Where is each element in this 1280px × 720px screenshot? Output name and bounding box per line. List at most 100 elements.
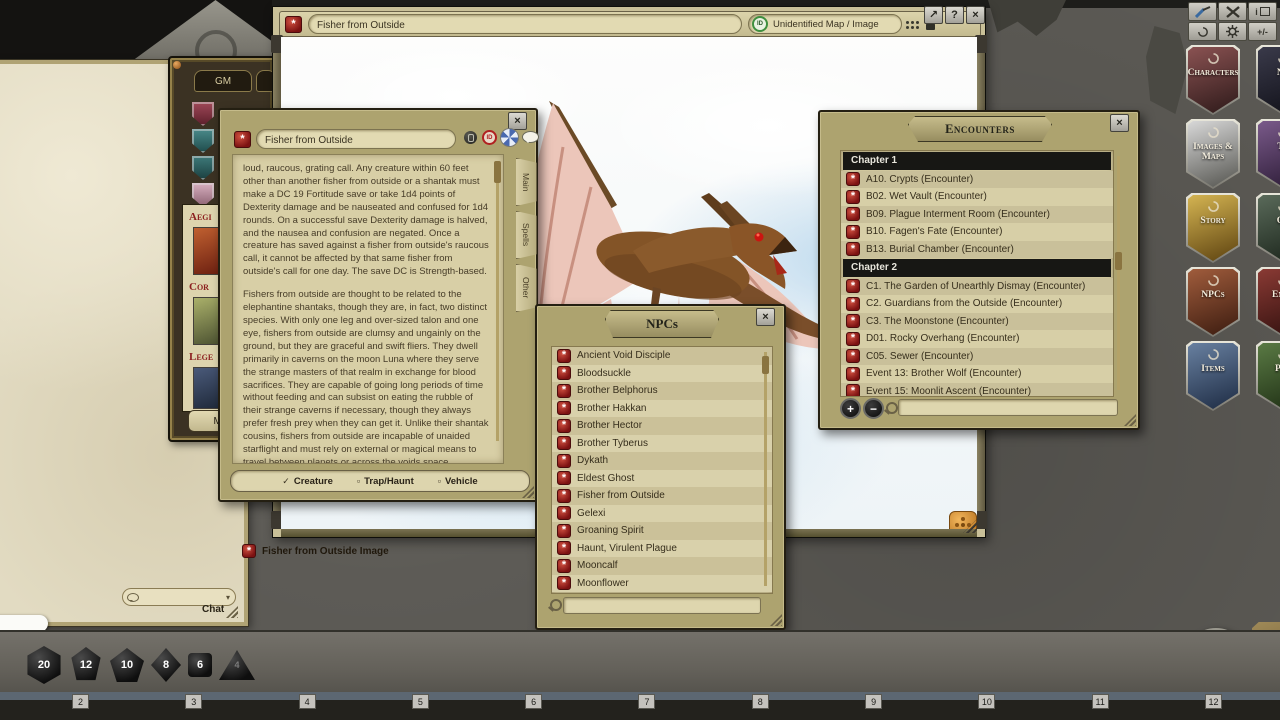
- scrollbar[interactable]: [1117, 156, 1120, 390]
- sidebar-shield-button[interactable]: Qu: [1256, 193, 1280, 263]
- encounter-list-item[interactable]: * C05. Sewer (Encounter): [841, 348, 1113, 366]
- die[interactable]: 20: [26, 646, 62, 684]
- npcs-search-input[interactable]: [564, 601, 760, 616]
- die[interactable]: 6: [188, 653, 212, 677]
- sidebar-shield-button[interactable]: Images & Maps: [1186, 119, 1240, 189]
- die-value: 10: [121, 659, 133, 671]
- die[interactable]: 4: [219, 650, 255, 680]
- map-title-input[interactable]: [309, 17, 741, 35]
- close-button[interactable]: ×: [756, 308, 775, 326]
- type-option[interactable]: ▫ Trap/Haunt: [357, 476, 414, 487]
- encounter-label: C05. Sewer (Encounter): [866, 351, 973, 362]
- close-button[interactable]: ×: [966, 6, 985, 24]
- type-option[interactable]: ▫ Vehicle: [438, 476, 478, 487]
- npc-list-item[interactable]: * Gelexi: [552, 505, 772, 523]
- npc-list-item[interactable]: * Ancient Void Disciple: [552, 347, 772, 365]
- fg-link-icon: *: [557, 471, 571, 485]
- sidebar-shield-button[interactable]: No: [1256, 45, 1280, 115]
- close-button[interactable]: ×: [1110, 114, 1129, 132]
- module-shield-icon[interactable]: [192, 156, 214, 180]
- sidebar-shield-button[interactable]: Ta: [1256, 119, 1280, 189]
- fg-link-icon: *: [557, 454, 571, 468]
- encounter-list-item[interactable]: * B09. Plague Interment Room (Encounter): [841, 206, 1113, 224]
- encounter-list-item[interactable]: * B02. Wet Vault (Encounter): [841, 188, 1113, 206]
- encounter-list-item[interactable]: * Chapter 1: [843, 152, 1111, 170]
- npc-name-field[interactable]: [256, 129, 456, 149]
- remove-button[interactable]: −: [863, 398, 884, 419]
- image-link-row[interactable]: * Fisher from Outside Image: [242, 544, 389, 558]
- add-button[interactable]: +: [840, 398, 861, 419]
- npc-list-item[interactable]: * Fisher from Outside: [552, 487, 772, 505]
- encounters-search-input[interactable]: [899, 403, 1117, 418]
- encounter-list-item[interactable]: * A10. Crypts (Encounter): [841, 171, 1113, 189]
- tab-other[interactable]: Other: [516, 264, 537, 312]
- search-icon: [886, 402, 898, 414]
- unidentified-toggle-icon[interactable]: ID: [482, 130, 497, 145]
- encounter-list-item[interactable]: * B10. Fagen's Fate (Encounter): [841, 223, 1113, 241]
- map-identity-field[interactable]: ID Unidentified Map / Image: [748, 14, 902, 34]
- npcs-search-field[interactable]: [563, 597, 761, 614]
- encounters-search-field[interactable]: [898, 399, 1118, 416]
- die[interactable]: 8: [151, 648, 181, 682]
- lock-icon[interactable]: [464, 131, 477, 144]
- speech-bubble-icon[interactable]: [522, 131, 539, 143]
- die[interactable]: 10: [110, 648, 144, 682]
- npc-list-item[interactable]: * Eldest Ghost: [552, 470, 772, 488]
- module-shield-icon[interactable]: [192, 129, 214, 153]
- sidebar-shield-button[interactable]: NPCs: [1186, 267, 1240, 337]
- die[interactable]: 12: [69, 647, 103, 683]
- scrollbar[interactable]: [496, 161, 499, 441]
- encounter-list-item[interactable]: * D01. Rocky Overhang (Encounter): [841, 330, 1113, 348]
- scrollbar[interactable]: [764, 352, 767, 586]
- encounter-list-item[interactable]: * C3. The Moonstone (Encounter): [841, 313, 1113, 331]
- fg-link-icon: *: [242, 544, 256, 558]
- npc-list-item[interactable]: * Mooncalf: [552, 557, 772, 575]
- token-icon[interactable]: [500, 128, 519, 147]
- sidebar-shield-button[interactable]: Enco: [1256, 267, 1280, 337]
- npc-list-item[interactable]: * Groaning Spirit: [552, 522, 772, 540]
- dice-tray: 20 12 10 8 6 4: [26, 646, 255, 684]
- sidebar-shield-button[interactable]: Items: [1186, 341, 1240, 411]
- npc-name: Eldest Ghost: [577, 473, 634, 484]
- type-option[interactable]: ✓ Creature: [282, 476, 333, 487]
- encounter-list-item[interactable]: * C2. Guardians from the Outside (Encoun…: [841, 295, 1113, 313]
- encounters-resize-grip[interactable]: [1124, 414, 1136, 426]
- ruler-number: 12: [1205, 694, 1222, 709]
- npc-list-item[interactable]: * Brother Hector: [552, 417, 772, 435]
- npc-name-input[interactable]: [257, 132, 455, 150]
- npc-list-item[interactable]: * Brother Hakkan: [552, 400, 772, 418]
- corner-pin-icon: [173, 61, 181, 69]
- sidebar-shield-button[interactable]: Characters: [1186, 45, 1240, 115]
- encounters-window-title[interactable]: Encounters: [908, 116, 1052, 142]
- encounter-list-item[interactable]: * C1. The Garden of Unearthly Dismay (En…: [841, 278, 1113, 296]
- npc-list-item[interactable]: * Dykath: [552, 452, 772, 470]
- fg-dragon-emblem-icon: [1277, 274, 1280, 287]
- tab-gm[interactable]: GM: [194, 70, 252, 92]
- module-shield-icon[interactable]: [192, 102, 214, 126]
- encounter-label: Chapter 1: [851, 155, 897, 166]
- npcs-window-title[interactable]: NPCs: [605, 310, 719, 338]
- maximize-button[interactable]: ↗: [924, 6, 943, 24]
- encounter-list-item[interactable]: * Event 13: Brother Wolf (Encounter): [841, 365, 1113, 383]
- npc-list-item[interactable]: * Brother Tyberus: [552, 435, 772, 453]
- npc-list-item[interactable]: * Haunt, Virulent Plague: [552, 540, 772, 558]
- fg-dragon-emblem-icon: [1207, 274, 1220, 287]
- encounter-list-item[interactable]: * B13. Burial Chamber (Encounter): [841, 241, 1113, 259]
- bottom-ruler: 2 3 4 5 6 7 8 9 10 11 12: [0, 692, 1280, 720]
- party-vision-icon[interactable]: [906, 21, 909, 24]
- chat-caret-icon[interactable]: ▾: [226, 593, 230, 602]
- tab-spells[interactable]: Spells: [516, 211, 537, 259]
- ruler-numbers: 2 3 4 5 6 7 8 9 10 11 12: [72, 694, 1222, 709]
- map-title-field[interactable]: [308, 14, 742, 34]
- npcs-resize-grip[interactable]: [770, 614, 782, 626]
- sidebar-shield-button[interactable]: Par: [1256, 341, 1280, 411]
- sidebar-shield-button[interactable]: Story: [1186, 193, 1240, 263]
- chat-resize-grip[interactable]: [226, 606, 238, 618]
- encounter-list-item[interactable]: * Chapter 2: [843, 259, 1111, 277]
- npc-list-item[interactable]: * Bloodsuckle: [552, 365, 772, 383]
- tab-main[interactable]: Main: [516, 158, 537, 206]
- npc-list-item[interactable]: * Moonflower: [552, 575, 772, 593]
- npc-list-item[interactable]: * Brother Belphorus: [552, 382, 772, 400]
- help-button[interactable]: ?: [945, 6, 964, 24]
- encounter-list-item[interactable]: * Event 15: Moonlit Ascent (Encounter): [841, 383, 1113, 398]
